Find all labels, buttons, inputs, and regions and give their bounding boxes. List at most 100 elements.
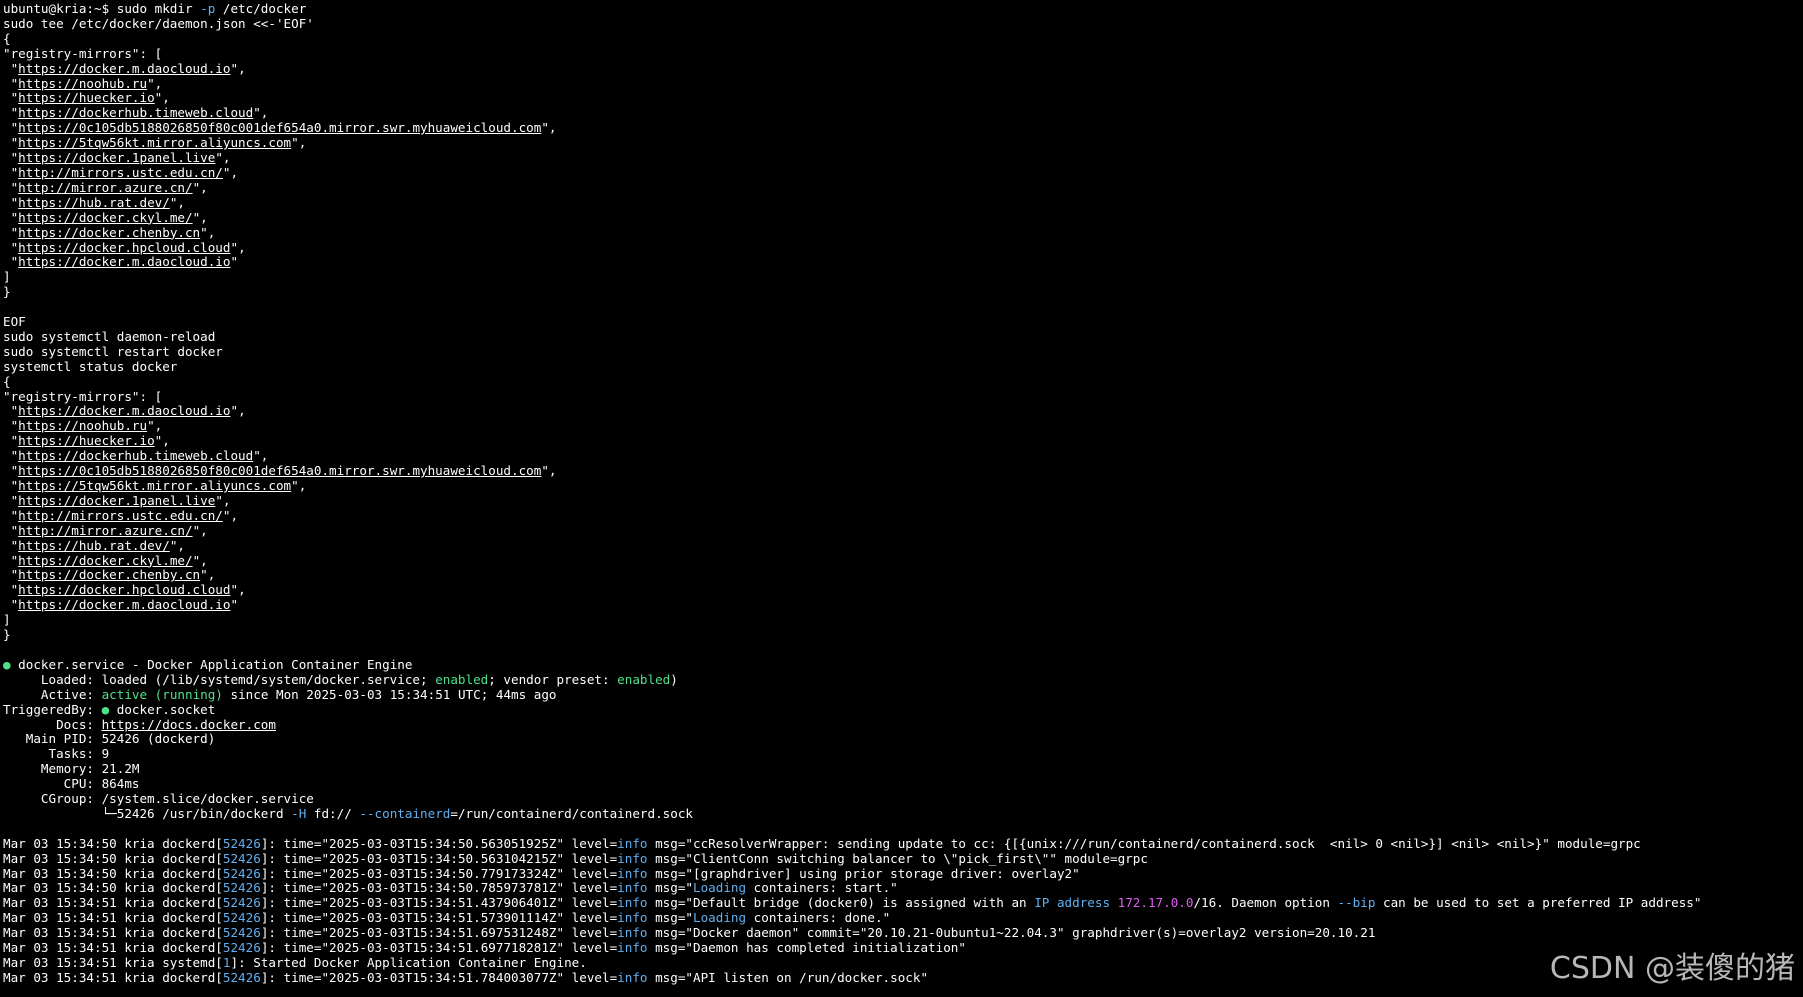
terminal-link[interactable]: https://docker.ckyl.me/: [18, 554, 192, 568]
terminal-text: containers: done.": [746, 911, 891, 926]
terminal-text: ]: time="2025-03-03T15:34:51.697531248Z"…: [260, 926, 618, 941]
terminal-line: └─52426 /usr/bin/dockerd -H fd:// --cont…: [3, 807, 1801, 822]
terminal-text: enabled: [435, 672, 489, 687]
terminal-text: Tasks: 9: [3, 747, 110, 762]
terminal-text: ": [3, 523, 19, 538]
terminal-text: ",: [169, 538, 185, 553]
terminal-text: ": [3, 61, 19, 76]
terminal-link[interactable]: https://5tqw56kt.mirror.aliyuncs.com: [18, 479, 291, 493]
terminal-text: ": [230, 598, 239, 613]
terminal-link[interactable]: https://5tqw56kt.mirror.aliyuncs.com: [18, 136, 291, 150]
terminal-text: systemctl status docker: [3, 359, 178, 374]
terminal-link[interactable]: https://docker.1panel.live: [18, 494, 215, 508]
terminal-link[interactable]: https://hub.rat.dev/: [18, 196, 170, 210]
terminal-link[interactable]: http://mirror.azure.cn/: [18, 181, 192, 195]
terminal-line: ]: [3, 613, 1801, 628]
terminal-text: ",: [222, 508, 239, 523]
terminal-link[interactable]: https://docker.m.daocloud.io: [18, 255, 230, 269]
terminal-line: "http://mirror.azure.cn/",: [3, 524, 1801, 539]
terminal-text: Mar 03 15:34:50 kria dockerd[: [3, 866, 223, 881]
terminal-link[interactable]: https://dockerhub.timeweb.cloud: [18, 449, 253, 463]
terminal-text: ",: [200, 225, 216, 240]
terminal-link[interactable]: https://0c105db5188026850f80c001def654a0…: [18, 464, 541, 478]
terminal-text: ]: time="2025-03-03T15:34:51.573901114Z"…: [260, 911, 618, 926]
terminal-text: info: [617, 851, 648, 866]
terminal-text: Mar 03 15:34:50 kria dockerd[: [3, 836, 223, 851]
terminal-text: Loading: [693, 911, 747, 926]
terminal-line: "https://noohub.ru",: [3, 77, 1801, 92]
terminal-text: ",: [541, 121, 557, 136]
terminal-text: ": [3, 180, 19, 195]
terminal-link[interactable]: https://huecker.io: [18, 434, 154, 448]
terminal-text: 172.17.0.0: [1117, 896, 1194, 911]
csdn-watermark: CSDN @装傻的猪: [1549, 951, 1795, 986]
terminal-text: 52426: [222, 836, 261, 851]
terminal-text: ": [3, 404, 19, 419]
terminal-line: Memory: 21.2M: [3, 762, 1801, 777]
terminal-line: Mar 03 15:34:50 kria dockerd[52426]: tim…: [3, 867, 1801, 882]
terminal-link[interactable]: http://mirrors.ustc.edu.cn/: [18, 166, 223, 180]
terminal-text: containers: start.": [746, 881, 898, 896]
terminal-text: Mar 03 15:34:51 kria dockerd[: [3, 896, 223, 911]
terminal-link[interactable]: https://docs.docker.com: [102, 718, 276, 732]
terminal-link[interactable]: https://docker.chenby.cn: [18, 568, 200, 582]
terminal-text: Mar 03 15:34:50 kria dockerd[: [3, 851, 223, 866]
terminal-text: ": [3, 493, 19, 508]
terminal-text: ]: Started Docker Application Container …: [230, 956, 587, 970]
terminal-text: 52426: [222, 866, 261, 881]
terminal-text: ": [3, 479, 19, 493]
terminal-line: "http://mirror.azure.cn/",: [3, 181, 1801, 196]
terminal-link[interactable]: https://dockerhub.timeweb.cloud: [18, 106, 253, 120]
terminal-link[interactable]: https://docker.chenby.cn: [18, 226, 200, 240]
terminal-line: "https://0c105db5188026850f80c001def654a…: [3, 121, 1801, 136]
terminal-line: Mar 03 15:34:51 kria dockerd[52426]: tim…: [3, 896, 1801, 911]
terminal-text: can be used to set a preferred IP addres…: [1375, 896, 1702, 911]
terminal-line: CGroup: /system.slice/docker.service: [3, 792, 1801, 807]
terminal-text: ",: [230, 61, 246, 76]
terminal-line: "https://docker.m.daocloud.io": [3, 255, 1801, 270]
terminal-text: --bip: [1337, 896, 1376, 911]
terminal-text: Loading: [693, 881, 747, 896]
terminal-link[interactable]: http://mirrors.ustc.edu.cn/: [18, 509, 223, 523]
terminal-output[interactable]: ubuntu@kria:~$ sudo mkdir -p /etc/docker…: [3, 2, 1801, 995]
terminal-text: msg="ccResolverWrapper: sending update t…: [647, 836, 1641, 851]
terminal-link[interactable]: https://docker.ckyl.me/: [18, 211, 192, 225]
terminal-text: ": [3, 419, 19, 434]
status-dot-icon: ●: [3, 657, 11, 672]
terminal-text: CGroup: /system.slice/docker.service: [3, 792, 314, 807]
terminal-line: "registry-mirrors": [: [3, 390, 1801, 405]
terminal-text: }: [3, 628, 11, 643]
terminal-text: msg="Docker daemon" commit="20.10.21-0ub…: [647, 926, 1376, 941]
terminal-text: ",: [291, 479, 307, 493]
terminal-link[interactable]: https://docker.m.daocloud.io: [18, 598, 230, 612]
terminal-text: ",: [154, 434, 170, 449]
terminal-text: ": [3, 225, 19, 240]
terminal-link[interactable]: https://docker.hpcloud.cloud: [18, 583, 230, 597]
terminal-link[interactable]: https://docker.hpcloud.cloud: [18, 241, 230, 255]
terminal-text: Mar 03 15:34:50 kria dockerd[: [3, 881, 223, 896]
terminal-text: ": [3, 136, 19, 151]
terminal-link[interactable]: https://docker.m.daocloud.io: [18, 404, 230, 418]
terminal-link[interactable]: https://noohub.ru: [18, 77, 147, 91]
terminal-text: 52426: [222, 851, 261, 866]
terminal-link[interactable]: https://huecker.io: [18, 91, 154, 105]
terminal-text: 52426: [222, 896, 261, 911]
terminal-text: ": [3, 106, 19, 121]
terminal-link[interactable]: https://0c105db5188026850f80c001def654a0…: [18, 121, 541, 135]
terminal-link[interactable]: http://mirror.azure.cn/: [18, 524, 192, 538]
terminal-line: sudo systemctl restart docker: [3, 345, 1801, 360]
terminal-text: ": [3, 568, 19, 583]
terminal-text: ",: [192, 523, 208, 538]
terminal-link[interactable]: https://docker.m.daocloud.io: [18, 62, 230, 76]
terminal-link[interactable]: https://hub.rat.dev/: [18, 539, 170, 553]
terminal-text: ": [3, 151, 19, 166]
terminal-link[interactable]: https://noohub.ru: [18, 419, 147, 433]
terminal-line: Docs: https://docs.docker.com: [3, 718, 1801, 733]
terminal-line: "https://dockerhub.timeweb.cloud",: [3, 449, 1801, 464]
terminal-text: {: [3, 31, 11, 46]
terminal-text: enabled: [617, 672, 671, 687]
terminal-link[interactable]: https://docker.1panel.live: [18, 151, 215, 165]
terminal-text: info: [617, 941, 648, 956]
terminal-text: 52426: [222, 941, 261, 956]
